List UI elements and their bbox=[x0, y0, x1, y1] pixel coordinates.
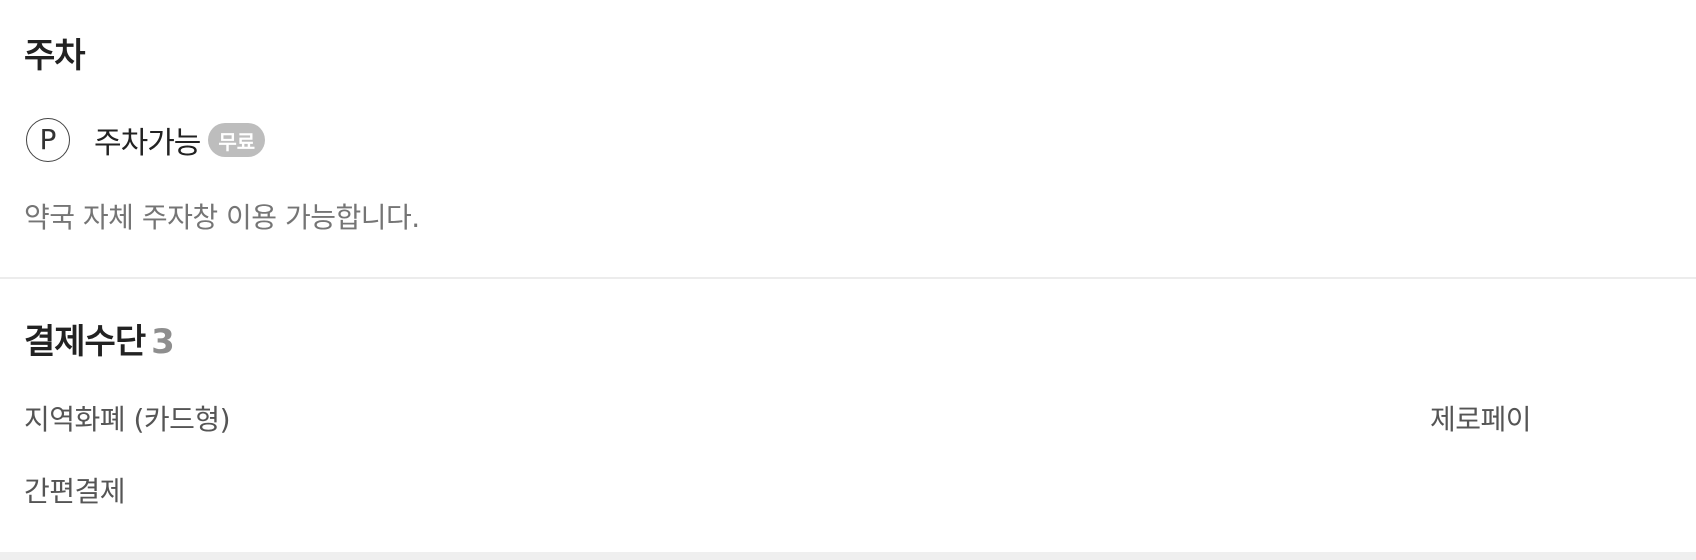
parking-icon: P bbox=[26, 118, 70, 162]
payment-title-text: 결제수단 bbox=[24, 322, 146, 362]
parking-status-row: P 주차가능 무료 bbox=[26, 116, 266, 164]
payment-section: 결제수단 3 지역화폐 (카드형) 제로페이 간편결제 bbox=[0, 280, 1696, 552]
payment-count: 3 bbox=[151, 322, 175, 362]
payment-title: 결제수단 3 bbox=[24, 322, 175, 362]
free-badge: 무료 bbox=[208, 123, 266, 157]
payment-method-item: 간편결제 bbox=[24, 475, 126, 508]
payment-method-item: 지역화폐 (카드형) bbox=[24, 403, 231, 436]
section-divider bbox=[0, 277, 1696, 279]
parking-section: 주차 P 주차가능 무료 약국 자체 주자창 이용 가능합니다. bbox=[0, 0, 1696, 278]
payment-method-item: 제로페이 bbox=[1430, 403, 1532, 436]
store-info-page: 주차 P 주차가능 무료 약국 자체 주자창 이용 가능합니다. 결제수단 3 지… bbox=[0, 0, 1696, 560]
parking-status-label: 주차가능 bbox=[94, 126, 201, 161]
parking-title: 주차 bbox=[24, 36, 86, 76]
parking-description: 약국 자체 주자창 이용 가능합니다. bbox=[24, 201, 420, 234]
bottom-separator bbox=[0, 552, 1696, 560]
